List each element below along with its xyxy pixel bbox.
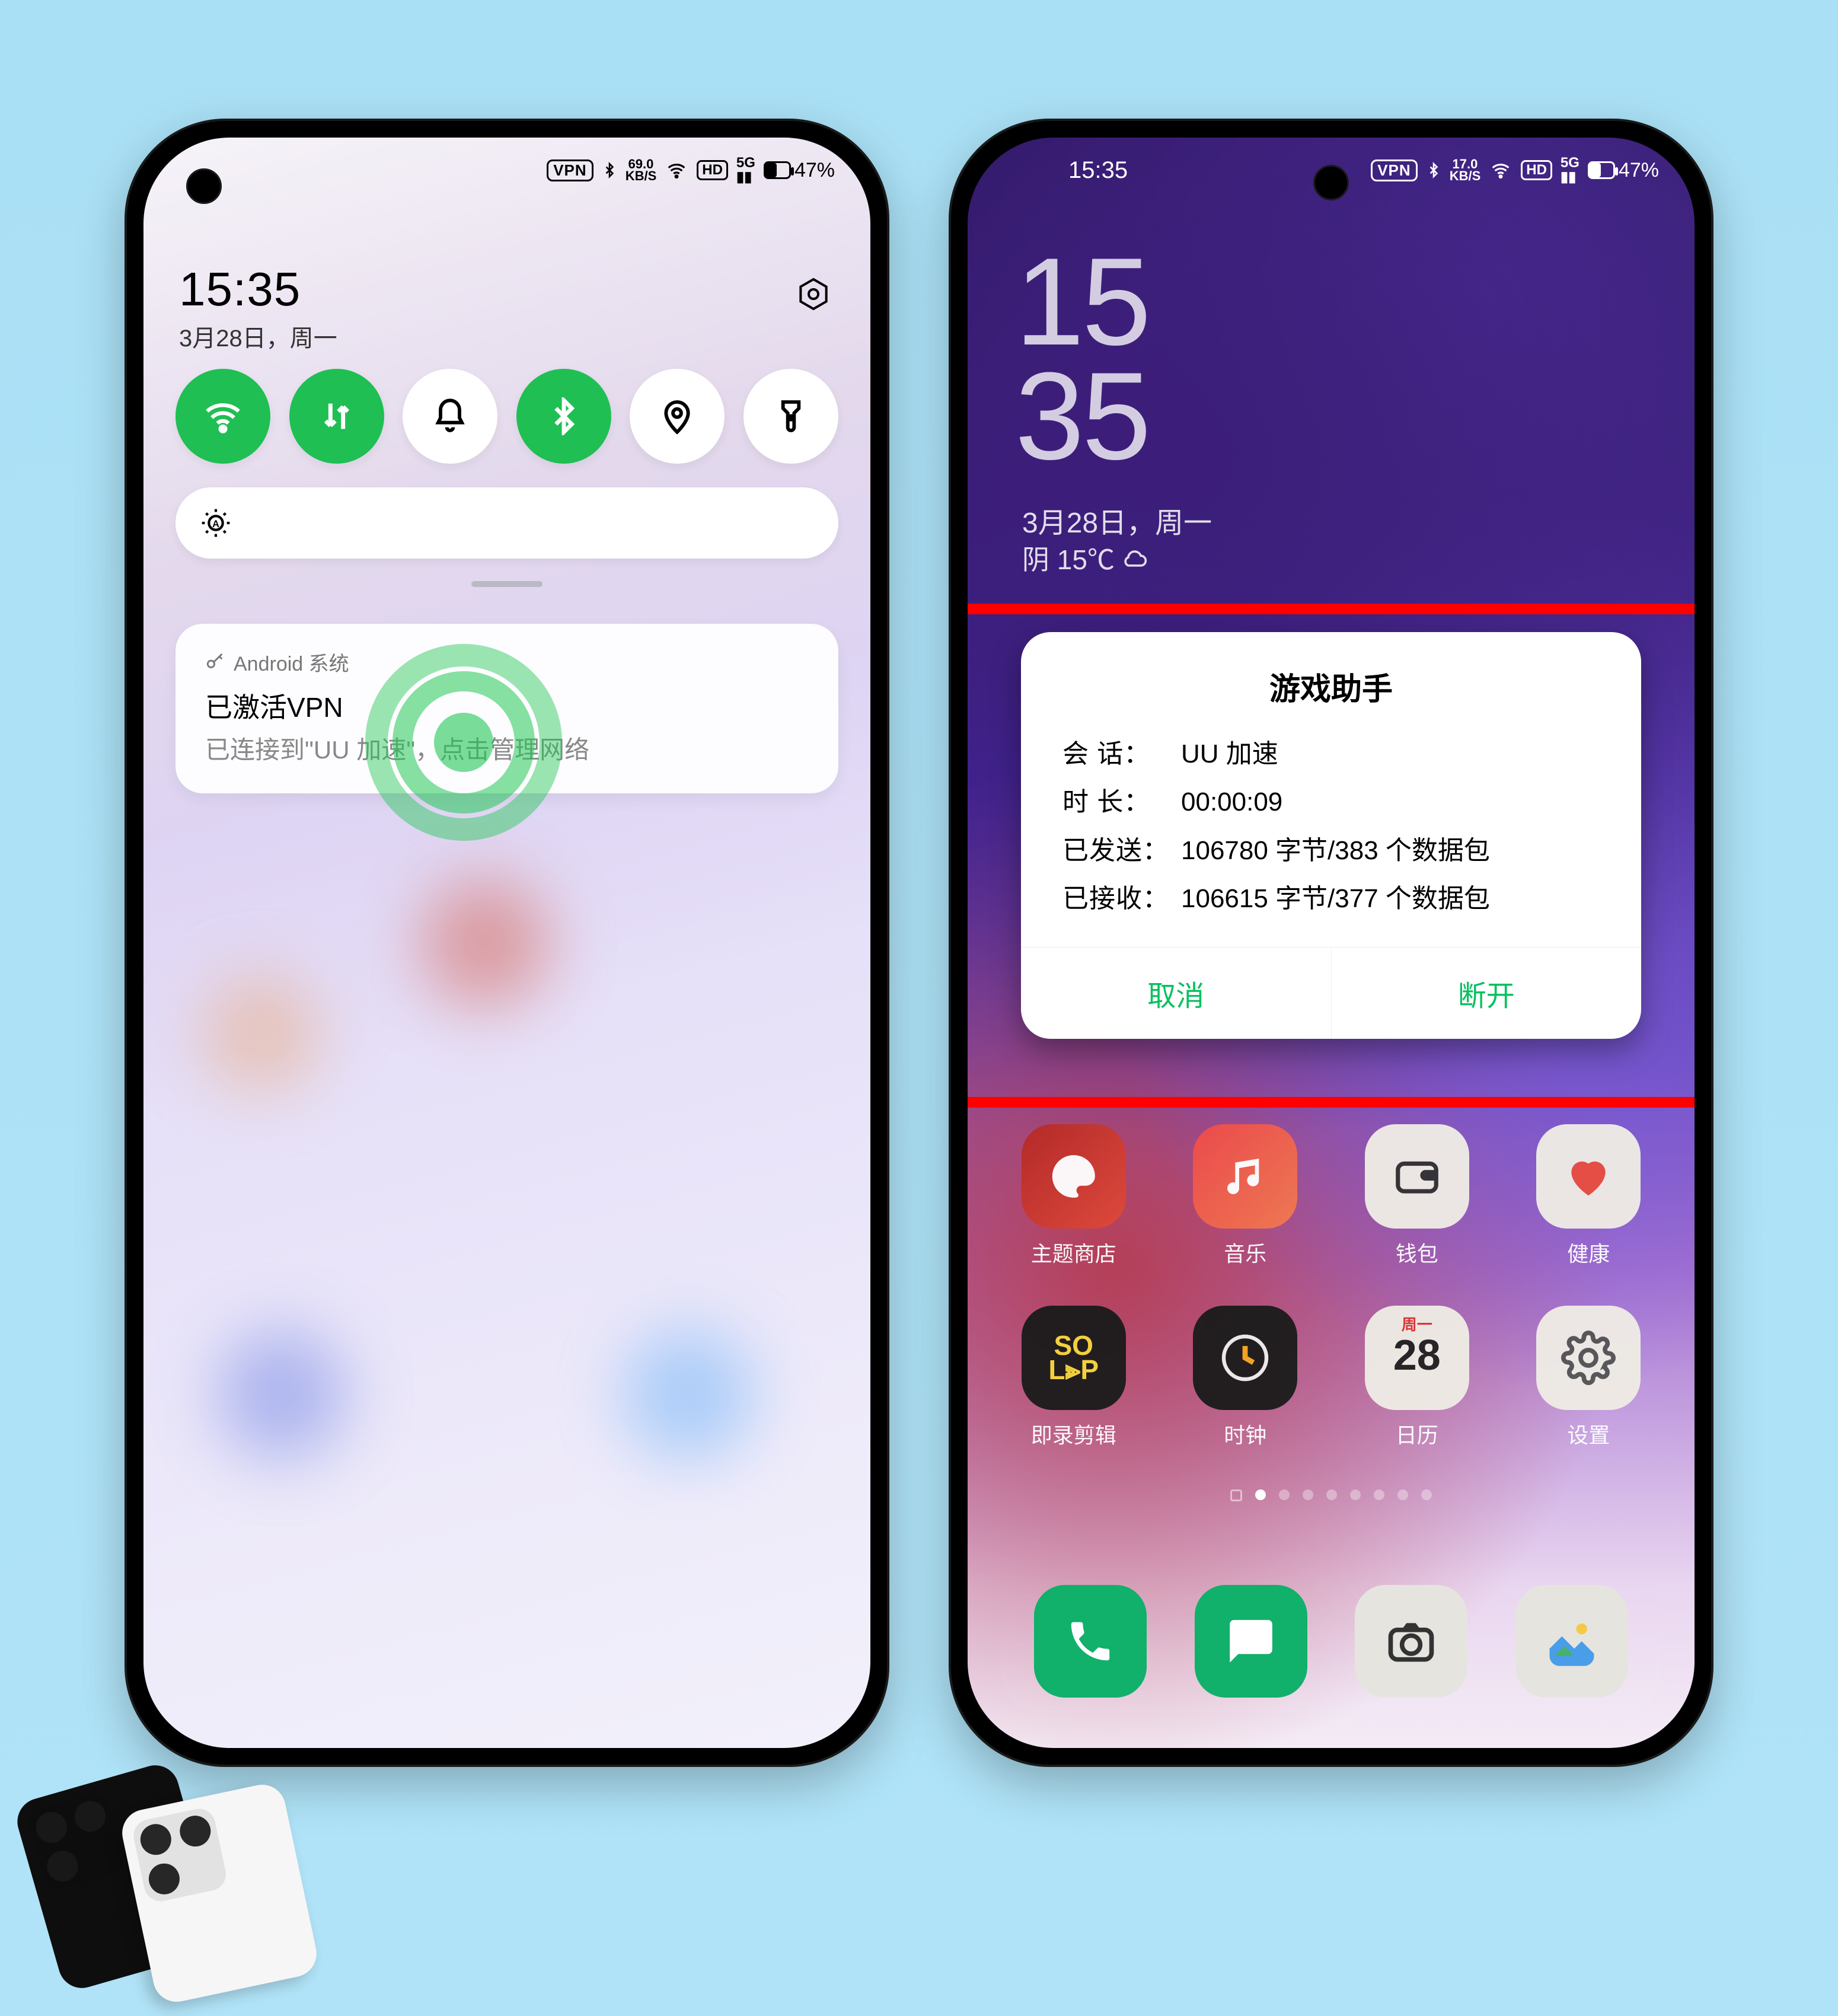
hd-icon: HD	[1521, 160, 1552, 180]
dock-camera[interactable]	[1355, 1585, 1467, 1698]
app-calendar[interactable]: 周一28日历	[1341, 1306, 1493, 1449]
hd-icon: HD	[697, 160, 728, 180]
app-health[interactable]: 健康	[1512, 1124, 1664, 1268]
calendar-day: 28	[1393, 1331, 1441, 1380]
app-label: 设置	[1512, 1418, 1664, 1449]
dock-phone[interactable]	[1034, 1585, 1147, 1698]
screen-homescreen: 15:35 VPN 17.0KB/S HD 5G▮▮ 47% 1535 3	[968, 138, 1695, 1748]
dock-messages[interactable]	[1195, 1585, 1307, 1698]
app-label: 健康	[1512, 1237, 1664, 1268]
home-row-2: SOL⫸P即录剪辑 时钟 周一28日历 设置	[968, 1306, 1695, 1449]
key-icon	[205, 652, 225, 672]
homescreen-date: 3月28日，周一	[1022, 499, 1212, 541]
wifi-icon	[665, 161, 688, 180]
signal-5g-icon: 5G▮▮	[1561, 156, 1579, 184]
cloud-icon	[1122, 545, 1148, 571]
battery-text: 47%	[794, 159, 835, 182]
status-bar: VPN 69.0KB/S HD 5G▮▮ 47%	[143, 138, 870, 203]
bluetooth-icon	[1426, 160, 1441, 181]
shade-date: 3月28日，周一	[179, 319, 337, 353]
app-clock[interactable]: 时钟	[1169, 1306, 1321, 1449]
camera-hole	[186, 168, 222, 204]
signal-5g-icon: 5G▮▮	[736, 156, 755, 184]
brightness-auto-icon: A	[199, 506, 232, 540]
qs-location[interactable]	[630, 369, 725, 464]
qs-wifi[interactable]	[175, 369, 270, 464]
vpn-icon: VPN	[547, 160, 593, 181]
camera-hole	[1313, 165, 1349, 200]
qs-dnd[interactable]	[403, 369, 497, 464]
dialog-session-label: 会 话：	[1062, 730, 1181, 778]
battery-indicator: 47%	[764, 159, 835, 182]
battery-text: 47%	[1619, 159, 1659, 182]
dialog-title: 游戏助手	[1021, 664, 1641, 709]
dialog-duration-value: 00:00:09	[1181, 778, 1282, 826]
dialog-body: 会 话：UU 加速 时 长：00:00:09 已发送：106780 字节/383…	[1021, 730, 1641, 947]
dialog-cancel-button[interactable]: 取消	[1021, 948, 1332, 1039]
phone-left: VPN 69.0KB/S HD 5G▮▮ 47% 15:35 3月28日，周一	[125, 119, 889, 1767]
network-speed: 17.0KB/S	[1450, 158, 1481, 182]
vpn-dialog: 游戏助手 会 话：UU 加速 时 长：00:00:09 已发送：106780 字…	[1021, 632, 1641, 1039]
app-theme-store[interactable]: 主题商店	[998, 1124, 1150, 1268]
gear-hex-icon	[796, 276, 831, 312]
vpn-icon: VPN	[1371, 160, 1417, 181]
app-settings[interactable]: 设置	[1512, 1306, 1664, 1449]
dock-gallery[interactable]	[1515, 1585, 1628, 1698]
dialog-disconnect-button[interactable]: 断开	[1332, 948, 1642, 1039]
shade-time: 15:35	[179, 262, 337, 317]
dock	[1001, 1570, 1661, 1712]
dialog-sent-label: 已发送：	[1062, 827, 1181, 875]
app-soloop[interactable]: SOL⫸P即录剪辑	[998, 1306, 1150, 1449]
app-label: 日历	[1341, 1418, 1493, 1449]
app-label: 即录剪辑	[998, 1418, 1150, 1449]
dialog-recv-value: 106615 字节/377 个数据包	[1181, 875, 1490, 923]
notification-card-vpn[interactable]: Android 系统 已激活VPN 已连接到"UU 加速"，点击管理网络	[175, 624, 838, 793]
qs-bluetooth[interactable]	[516, 369, 611, 464]
app-label: 钱包	[1341, 1237, 1493, 1268]
svg-text:A: A	[212, 519, 219, 529]
shade-header: 15:35 3月28日，周一	[179, 262, 835, 353]
notification-app-name: Android 系统	[234, 647, 349, 677]
app-label: 时钟	[1169, 1418, 1321, 1449]
notification-app-row: Android 系统	[205, 647, 809, 677]
phone-right: 15:35 VPN 17.0KB/S HD 5G▮▮ 47% 1535 3	[949, 119, 1713, 1767]
qs-mobile-data[interactable]	[289, 369, 384, 464]
battery-indicator: 47%	[1588, 159, 1659, 182]
home-row-1: 主题商店 音乐 钱包 健康	[968, 1124, 1695, 1268]
app-label: 主题商店	[998, 1237, 1150, 1268]
shade-expand-handle[interactable]	[471, 581, 543, 587]
quick-settings-row	[175, 369, 838, 464]
page-indicator[interactable]	[968, 1489, 1695, 1501]
app-wallet[interactable]: 钱包	[1341, 1124, 1493, 1268]
notification-body: 已连接到"UU 加速"，点击管理网络	[205, 730, 809, 766]
dialog-duration-label: 时 长：	[1062, 778, 1181, 826]
shade-settings-button[interactable]	[792, 273, 835, 315]
product-thumbnail	[36, 1779, 344, 1992]
bluetooth-icon	[602, 160, 617, 181]
brightness-slider[interactable]: A	[175, 487, 838, 559]
wifi-icon	[1489, 161, 1512, 180]
network-speed: 69.0KB/S	[626, 158, 657, 182]
dialog-session-value: UU 加速	[1181, 730, 1278, 778]
dialog-recv-label: 已接收：	[1062, 875, 1181, 923]
app-label: 音乐	[1169, 1237, 1321, 1268]
homescreen-clock: 1535	[1015, 244, 1149, 473]
qs-flashlight[interactable]	[744, 369, 838, 464]
homescreen-weather: 阴 15℃	[1022, 538, 1148, 578]
notification-title: 已激活VPN	[205, 686, 809, 725]
dialog-sent-value: 106780 字节/383 个数据包	[1181, 827, 1490, 875]
statusbar-time: 15:35	[1068, 157, 1128, 184]
app-music[interactable]: 音乐	[1169, 1124, 1321, 1268]
screen-notification-shade: VPN 69.0KB/S HD 5G▮▮ 47% 15:35 3月28日，周一	[143, 138, 870, 1748]
